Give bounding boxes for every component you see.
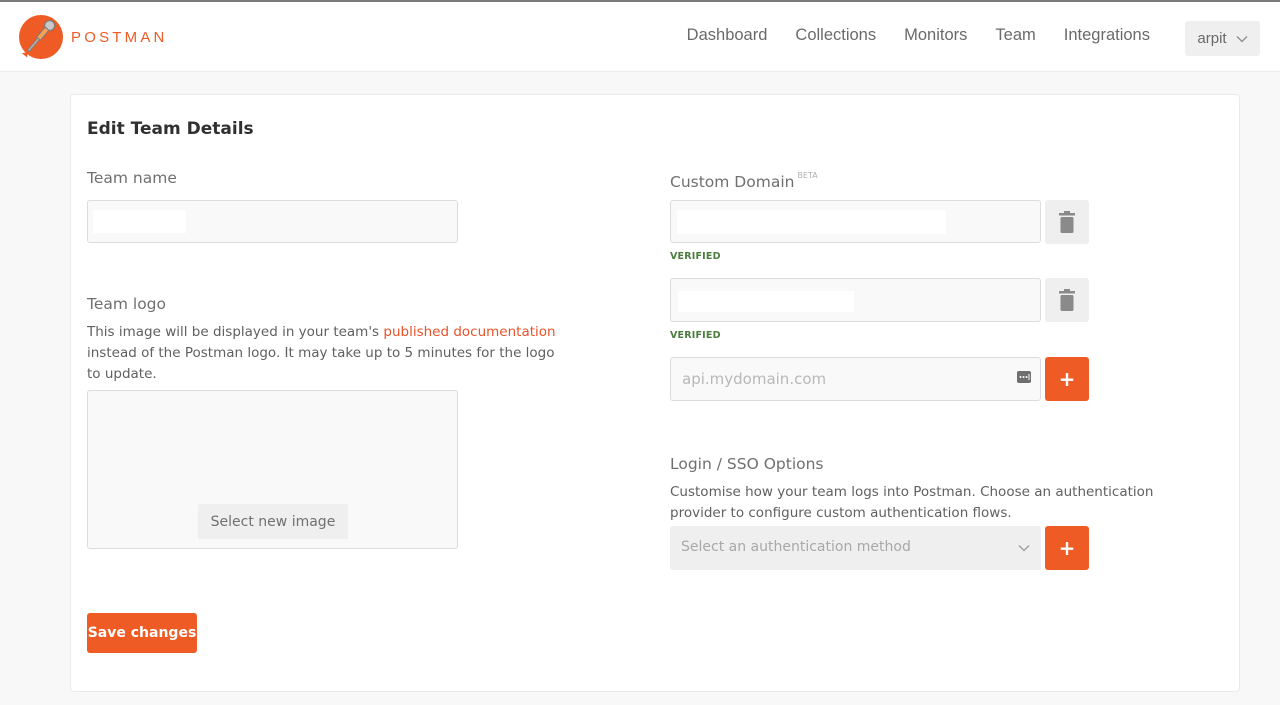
domain-2-verified-status: VERIFIED [670,330,721,341]
desc-text-continued: instead of the Postman logo. It may take… [87,345,555,382]
autofill-key-icon[interactable] [1017,371,1031,383]
chevron-down-icon [1236,35,1248,42]
logo-dropzone[interactable]: Select new image [87,390,458,549]
sso-description: Customise how your team logs into Postma… [670,484,1154,521]
trash-icon [1059,289,1075,311]
delete-domain-1-button[interactable] [1045,200,1089,244]
published-documentation-link[interactable]: published documentation [383,324,555,340]
domain-1-verified-status: VERIFIED [670,251,721,262]
nav-integrations[interactable]: Integrations [1064,26,1150,45]
team-name-input[interactable] [87,200,458,243]
select-new-image-button[interactable]: Select new image [198,504,348,539]
redacted-team-name [93,210,186,233]
main-nav: Dashboard Collections Monitors Team Inte… [659,26,1150,45]
redacted-domain-1 [677,210,946,234]
domain-input-2[interactable] [670,278,1041,322]
top-navbar: POSTMAN Dashboard Collections Monitors T… [0,2,1280,72]
domain-input-1[interactable] [670,200,1041,243]
add-auth-method-button[interactable]: + [1045,526,1089,570]
add-domain-button[interactable]: + [1045,357,1089,401]
team-logo-description: This image will be displayed in your tea… [87,322,567,385]
new-domain-input[interactable] [670,357,1041,401]
beta-badge: BETA [797,171,818,180]
postman-logo[interactable]: POSTMAN [16,13,168,61]
nav-dashboard[interactable]: Dashboard [687,26,768,45]
desc-text: This image will be displayed in your tea… [87,324,384,340]
redacted-domain-2 [678,291,854,312]
page-title: Edit Team Details [87,119,254,139]
postman-rocket-icon [19,15,63,59]
nav-monitors[interactable]: Monitors [904,26,967,45]
edit-team-card: Edit Team Details Team name Team logo Th… [70,94,1240,692]
custom-domain-label-text: Custom Domain [670,173,795,191]
custom-domain-label: Custom Domain BETA [670,171,818,191]
nav-collections[interactable]: Collections [795,26,876,45]
save-changes-button[interactable]: Save changes [87,613,197,653]
sso-options-label: Login / SSO Options [670,455,824,473]
auth-method-select[interactable]: Select an authentication method [670,526,1041,570]
nav-team[interactable]: Team [995,26,1035,45]
team-name-label: Team name [87,169,177,187]
user-name: arpit [1197,30,1227,47]
team-logo-label: Team logo [87,295,167,313]
chevron-down-icon [1018,545,1030,552]
trash-icon [1059,211,1075,233]
delete-domain-2-button[interactable] [1045,278,1089,322]
auth-method-placeholder: Select an authentication method [681,539,911,555]
brand-name: POSTMAN [71,28,168,46]
user-menu-button[interactable]: arpit [1185,21,1260,56]
